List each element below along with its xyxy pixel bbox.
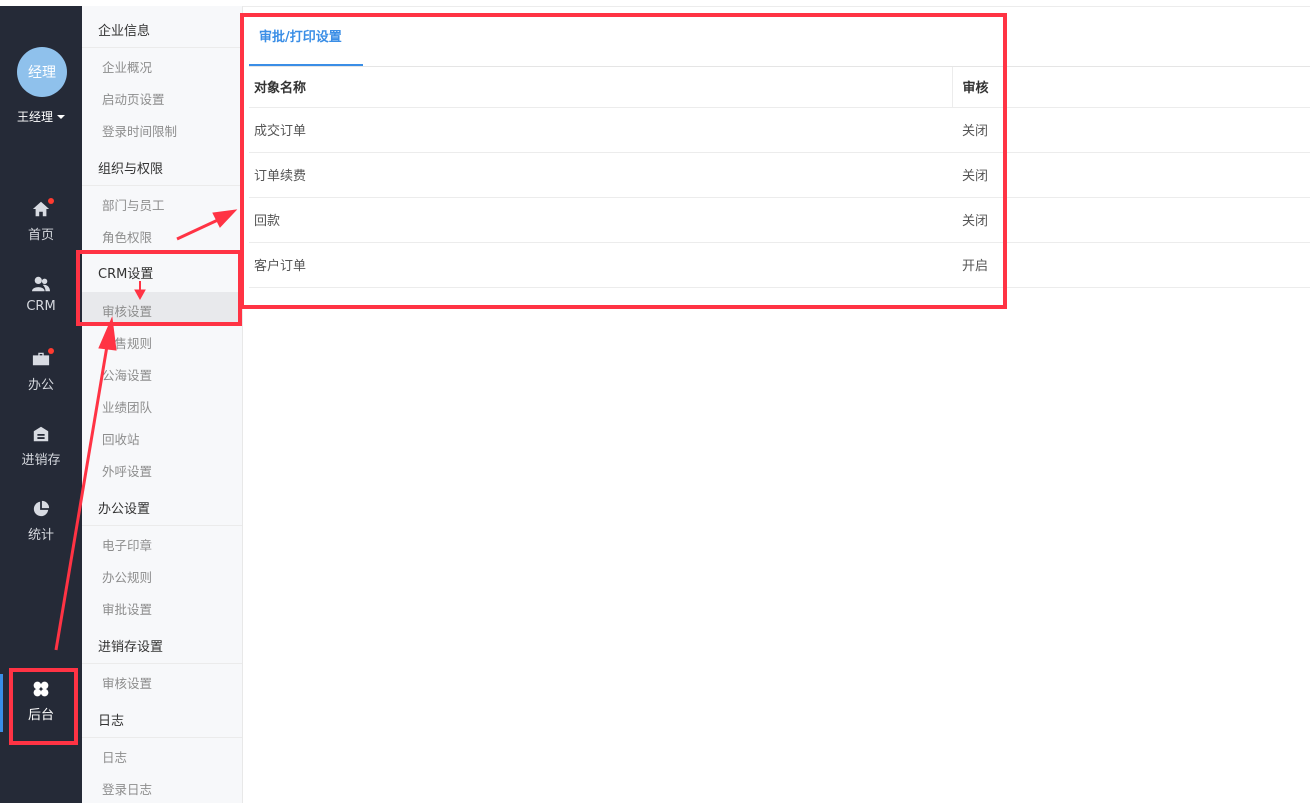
main-nav: 经理 王经理 首页 CRM 办公 进销存 统计 后台 — [0, 6, 82, 803]
table-row[interactable]: 回款 关闭 — [249, 197, 1310, 243]
group-title-crm: CRM设置 — [98, 267, 154, 282]
divider — [243, 6, 1310, 7]
app-root: 经理 王经理 首页 CRM 办公 进销存 统计 后台 企业信息 企业概况 启动页… — [0, 0, 1310, 803]
nav-label: 首页 — [27, 228, 54, 243]
avatar[interactable]: 经理 — [17, 47, 67, 97]
sub-item-inventory-review[interactable]: 审核设置 — [102, 673, 152, 692]
sub-item-outbound-call[interactable]: 外呼设置 — [102, 461, 152, 480]
divider — [82, 47, 242, 48]
sub-item-office-rules[interactable]: 办公规则 — [102, 567, 152, 586]
nav-item-crm[interactable]: CRM — [0, 275, 82, 335]
nav-item-home[interactable]: 首页 — [0, 198, 82, 260]
group-title-inventory: 进销存设置 — [98, 640, 164, 655]
object-name: 订单续费 — [249, 152, 952, 198]
nav-label: 统计 — [27, 528, 54, 543]
notification-dot — [48, 348, 54, 354]
table-row[interactable]: 订单续费 关闭 — [249, 152, 1310, 198]
review-status[interactable]: 关闭 — [952, 152, 1310, 198]
sub-item-login-time-limit[interactable]: 登录时间限制 — [102, 121, 177, 140]
review-status[interactable]: 开启 — [952, 242, 1310, 288]
clover-icon — [32, 680, 50, 698]
divider — [82, 737, 242, 738]
sub-item-login-logs[interactable]: 登录日志 — [102, 779, 152, 798]
sub-item-sales-rules[interactable]: 销售规则 — [102, 333, 152, 352]
pie-chart-icon — [32, 500, 50, 518]
nav-label: 进销存 — [21, 453, 61, 468]
divider — [82, 525, 242, 526]
group-title-org: 组织与权限 — [98, 162, 164, 177]
object-name: 客户订单 — [249, 242, 952, 288]
nav-item-stats[interactable]: 统计 — [0, 500, 82, 560]
nav-item-admin[interactable]: 后台 — [0, 680, 82, 740]
sub-item-public-pool[interactable]: 公海设置 — [102, 365, 152, 384]
table-row[interactable]: 成交订单 关闭 — [249, 107, 1310, 153]
user-menu[interactable]: 王经理 — [0, 108, 82, 125]
table-header-row: 对象名称 审核 — [249, 67, 1310, 108]
briefcase-icon — [32, 348, 54, 368]
warehouse-icon — [32, 425, 50, 443]
table-row[interactable]: 客户订单 开启 — [249, 242, 1310, 288]
divider — [82, 663, 242, 664]
main-content: 审批/打印设置 对象名称 审核 成交订单 关闭 订单续费 关闭 回款 关闭 客户… — [243, 6, 1310, 803]
column-header-review: 审核 — [952, 67, 1310, 108]
sub-item-e-seal[interactable]: 电子印章 — [102, 535, 152, 554]
sub-item-approval-settings[interactable]: 审批设置 — [102, 599, 152, 618]
notification-dot — [48, 198, 54, 204]
tab-approval-print[interactable]: 审批/打印设置 — [249, 14, 363, 66]
nav-item-inventory[interactable]: 进销存 — [0, 425, 82, 485]
settings-submenu: 企业信息 企业概况 启动页设置 登录时间限制 组织与权限 部门与员工 角色权限 … — [82, 6, 243, 803]
users-icon — [32, 275, 50, 293]
sub-item-performance-team[interactable]: 业绩团队 — [102, 397, 152, 416]
nav-label: CRM — [26, 299, 56, 314]
group-title-company: 企业信息 — [98, 24, 151, 39]
review-status[interactable]: 关闭 — [952, 197, 1310, 243]
divider — [82, 185, 242, 186]
sub-item-logs[interactable]: 日志 — [102, 747, 127, 766]
nav-label: 办公 — [27, 378, 54, 393]
caret-down-icon — [57, 115, 65, 119]
sub-item-crm-review-settings[interactable]: 审核设置 — [102, 301, 152, 320]
nav-label: 后台 — [27, 708, 54, 723]
user-name: 王经理 — [16, 110, 53, 124]
column-header-object: 对象名称 — [249, 67, 953, 108]
sub-item-recycle-bin[interactable]: 回收站 — [102, 429, 140, 448]
object-name: 回款 — [249, 197, 952, 243]
home-icon — [32, 198, 54, 218]
object-name: 成交订单 — [249, 107, 952, 153]
settings-table: 对象名称 审核 成交订单 关闭 订单续费 关闭 回款 关闭 客户订单 开启 — [249, 67, 1310, 288]
group-title-office: 办公设置 — [98, 502, 151, 517]
sub-item-launch-page[interactable]: 启动页设置 — [102, 89, 165, 108]
sub-item-role-permissions[interactable]: 角色权限 — [102, 227, 152, 246]
sub-item-departments[interactable]: 部门与员工 — [102, 195, 165, 214]
review-status[interactable]: 关闭 — [952, 107, 1310, 153]
sub-item-company-overview[interactable]: 企业概况 — [102, 57, 152, 76]
group-title-logs: 日志 — [98, 714, 125, 729]
nav-item-office[interactable]: 办公 — [0, 348, 82, 410]
